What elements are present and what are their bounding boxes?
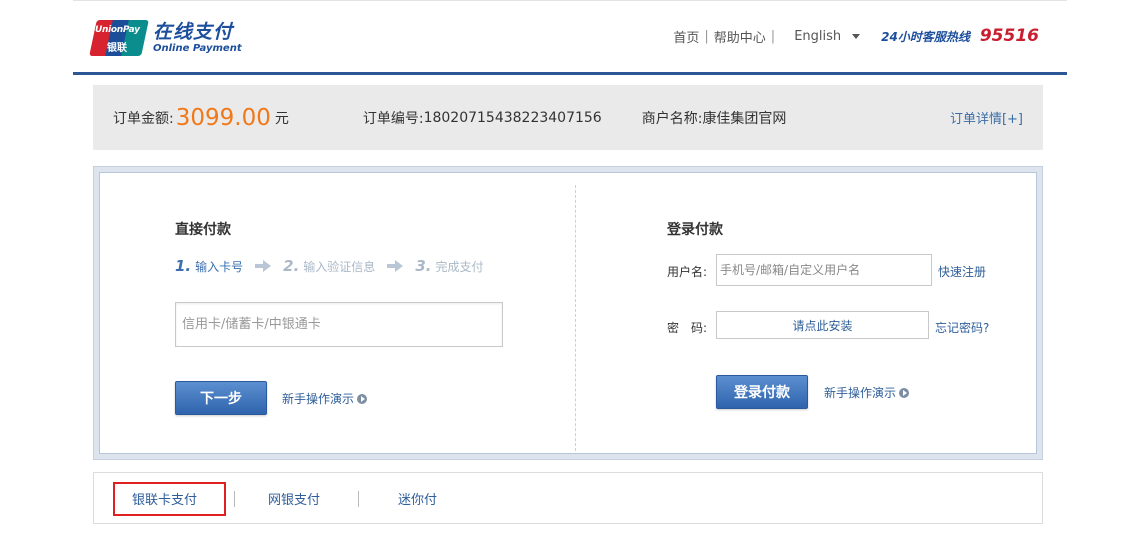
login-pay-button[interactable]: 登录付款 [716, 375, 808, 409]
order-currency: 元 [274, 110, 289, 127]
unionpay-logo-icon: UnionPay 银联 [89, 20, 149, 56]
panel-divider [575, 185, 576, 451]
forgot-password-link[interactable]: 忘记密码? [935, 319, 989, 336]
login-pay-title: 登录付款 [667, 222, 723, 238]
nav-home-link[interactable]: 首页 [673, 27, 699, 46]
logo-title-en: Online Payment [153, 43, 242, 54]
tab-separator [358, 491, 359, 507]
tab-separator [234, 491, 235, 507]
order-number: 18020715438223407156 [423, 109, 602, 126]
order-amount-label: 订单金额: [113, 110, 174, 127]
nav-separator: | [770, 28, 776, 44]
arrow-right-icon [255, 260, 272, 272]
nav-help-link[interactable]: 帮助中心 [714, 27, 766, 46]
top-nav: 首页 | 帮助中心 | English 24小时客服热线 95516 [673, 26, 1039, 46]
demo-link-label: 新手操作演示 [824, 386, 897, 400]
password-plugin-install[interactable]: 请点此安装 [716, 311, 929, 339]
tab-mini-pay[interactable]: 迷你付 [398, 473, 437, 523]
step-3: 3. 完成支付 [415, 257, 484, 275]
hotline-number: 95516 [979, 26, 1039, 46]
payment-steps: 1. 输入卡号 2. 输入验证信息 3. 完成支付 [175, 257, 483, 275]
step-2: 2. 输入验证信息 [283, 257, 376, 275]
chevron-down-icon[interactable] [852, 33, 861, 39]
order-amount: 3099.00 [175, 104, 271, 131]
logo-title-cn: 在线支付 [153, 21, 234, 43]
logo-brand-en: UnionPay [95, 25, 140, 35]
order-number-label: 订单编号: [362, 110, 424, 127]
merchant-name: 康佳集团官网 [702, 110, 787, 127]
card-number-input[interactable] [175, 302, 503, 347]
header-top-border [73, 0, 1067, 1]
payment-panel: 直接付款 1.输入卡号 2.输入验证信息 3.完成支付 下一步 新手操作演示 登… [93, 166, 1043, 460]
logo-text: 在线支付 Online Payment [153, 21, 242, 55]
direct-pay-title: 直接付款 [175, 222, 231, 238]
step-1: 1. 输入卡号 [175, 257, 244, 275]
language-selector[interactable]: English [794, 29, 841, 44]
site-header: UnionPay 银联 在线支付 Online Payment 首页 | 帮助中… [73, 0, 1067, 75]
payment-method-tabs: 银联卡支付 网银支付 迷你付 [93, 472, 1043, 524]
username-input[interactable] [716, 254, 932, 286]
direct-pay-demo-link[interactable]: 新手操作演示 [282, 390, 368, 407]
unionpay-logo[interactable]: UnionPay 银联 在线支付 Online Payment [89, 18, 242, 58]
payment-panel-inner: 直接付款 1.输入卡号 2.输入验证信息 3.完成支付 下一步 新手操作演示 登… [99, 172, 1037, 454]
hotline-label: 24小时客服热线 [881, 29, 970, 44]
tab-unionpay-card[interactable]: 银联卡支付 [132, 473, 197, 523]
merchant-label: 商户名称: [641, 110, 703, 127]
demo-link-label: 新手操作演示 [282, 392, 355, 406]
order-detail-link[interactable]: 订单详情[+] [950, 108, 1023, 127]
tab-online-banking[interactable]: 网银支付 [268, 473, 320, 523]
login-pay-demo-link[interactable]: 新手操作演示 [824, 384, 910, 401]
register-link[interactable]: 快速注册 [938, 263, 986, 280]
play-icon [899, 387, 910, 398]
arrow-right-icon [387, 260, 404, 272]
order-summary-bar: 订单金额: 3099.00 元 订单编号: 180207154382234071… [93, 85, 1043, 150]
logo-brand-cn: 银联 [107, 43, 127, 54]
next-step-button[interactable]: 下一步 [175, 381, 267, 415]
password-label: 密 码: [667, 321, 708, 335]
nav-separator: | [704, 28, 709, 44]
username-label: 用户名: [667, 265, 708, 279]
play-icon [357, 393, 368, 404]
